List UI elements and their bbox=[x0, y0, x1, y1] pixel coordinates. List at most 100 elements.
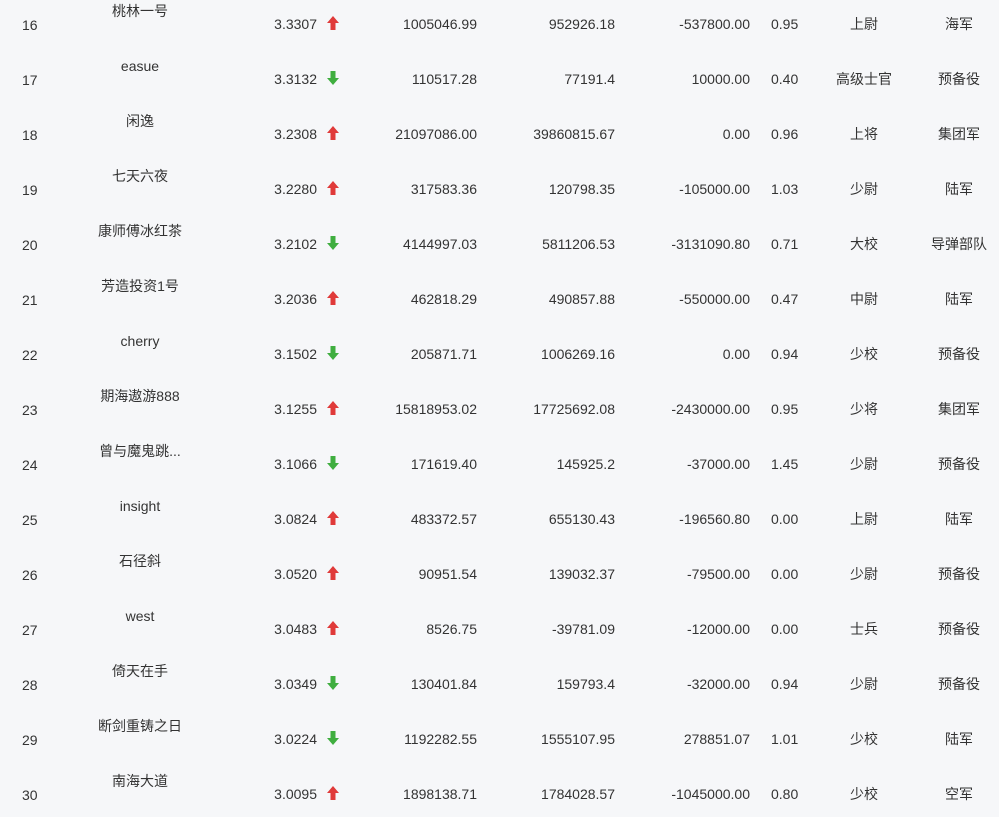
branch-cell: 陆军 bbox=[945, 181, 973, 197]
value-cell: -550000.00 bbox=[679, 291, 750, 307]
account-name-link[interactable]: insight bbox=[60, 498, 220, 514]
net-value-cell: 3.2308 bbox=[274, 126, 317, 142]
ratio-cell: 1.45 bbox=[771, 456, 799, 472]
value-cell: 1898138.71 bbox=[403, 786, 477, 802]
ratio-cell: 0.00 bbox=[771, 511, 799, 527]
branch-cell: 预备役 bbox=[938, 346, 980, 362]
value-cell: 952926.18 bbox=[548, 16, 615, 32]
net-value-cell: 3.0349 bbox=[274, 676, 317, 692]
ranking-table: 16 桃林一号 3.3307 1005046.99 952926.18 -537… bbox=[0, 0, 999, 817]
table-row: 24 曾与魔鬼跳... 3.1066 171619.40 145925.2 -3… bbox=[0, 440, 999, 495]
account-name-link[interactable]: 曾与魔鬼跳... bbox=[60, 443, 220, 459]
rank-title-cell: 上尉 bbox=[850, 16, 878, 32]
net-value-cell: 3.1066 bbox=[274, 456, 317, 472]
rank-cell: 17 bbox=[22, 72, 38, 88]
ratio-cell: 0.71 bbox=[771, 236, 799, 252]
rank-title-cell: 少校 bbox=[850, 731, 878, 747]
net-value-cell: 3.0824 bbox=[274, 511, 317, 527]
table-row: 22 cherry 3.1502 205871.71 1006269.16 0.… bbox=[0, 330, 999, 385]
value-cell: 10000.00 bbox=[691, 71, 750, 87]
branch-cell: 陆军 bbox=[945, 291, 973, 307]
value-cell: 171619.40 bbox=[410, 456, 477, 472]
rank-title-cell: 中尉 bbox=[850, 291, 878, 307]
account-name-link[interactable]: 断剑重铸之日 bbox=[60, 718, 220, 734]
net-value-cell: 3.0483 bbox=[274, 621, 317, 637]
account-name-link[interactable]: 期海遨游888 bbox=[60, 388, 220, 404]
account-name-link[interactable]: 七天六夜 bbox=[60, 168, 220, 184]
branch-cell: 陆军 bbox=[945, 731, 973, 747]
trend-down-icon bbox=[327, 346, 339, 360]
value-cell: 39860815.67 bbox=[533, 126, 615, 142]
value-cell: 483372.57 bbox=[410, 511, 477, 527]
account-name-link[interactable]: 芳造投资1号 bbox=[60, 278, 220, 294]
net-value-cell: 3.3307 bbox=[274, 16, 317, 32]
value-cell: 490857.88 bbox=[548, 291, 615, 307]
account-name-link[interactable]: easue bbox=[60, 58, 220, 74]
table-row: 30 南海大道 3.0095 1898138.71 1784028.57 -10… bbox=[0, 770, 999, 817]
value-cell: -79500.00 bbox=[686, 566, 750, 582]
branch-cell: 预备役 bbox=[938, 456, 980, 472]
ratio-cell: 0.95 bbox=[771, 401, 799, 417]
value-cell: -537800.00 bbox=[679, 16, 750, 32]
rank-title-cell: 上将 bbox=[850, 126, 878, 142]
rank-title-cell: 士兵 bbox=[850, 621, 878, 637]
value-cell: 90951.54 bbox=[418, 566, 477, 582]
value-cell: 17725692.08 bbox=[533, 401, 615, 417]
rank-title-cell: 上尉 bbox=[850, 511, 878, 527]
trend-down-icon bbox=[327, 236, 339, 250]
value-cell: 130401.84 bbox=[410, 676, 477, 692]
rank-cell: 22 bbox=[22, 347, 38, 363]
rank-title-cell: 少校 bbox=[850, 346, 878, 362]
net-value-cell: 3.1255 bbox=[274, 401, 317, 417]
ratio-cell: 0.80 bbox=[771, 786, 799, 802]
rank-cell: 28 bbox=[22, 677, 38, 693]
account-name-link[interactable]: west bbox=[60, 608, 220, 624]
value-cell: 0.00 bbox=[722, 126, 750, 142]
rank-cell: 29 bbox=[22, 732, 38, 748]
account-name-link[interactable]: 闲逸 bbox=[60, 113, 220, 129]
table-row: 23 期海遨游888 3.1255 15818953.02 17725692.0… bbox=[0, 385, 999, 440]
table-row: 25 insight 3.0824 483372.57 655130.43 -1… bbox=[0, 495, 999, 550]
account-name-link[interactable]: 石径斜 bbox=[60, 553, 220, 569]
value-cell: -1045000.00 bbox=[671, 786, 750, 802]
rank-cell: 19 bbox=[22, 182, 38, 198]
branch-cell: 预备役 bbox=[938, 621, 980, 637]
net-value-cell: 3.0224 bbox=[274, 731, 317, 747]
trend-up-icon bbox=[327, 566, 339, 580]
account-name-link[interactable]: cherry bbox=[60, 333, 220, 349]
value-cell: 462818.29 bbox=[410, 291, 477, 307]
trend-up-icon bbox=[327, 621, 339, 635]
value-cell: 0.00 bbox=[722, 346, 750, 362]
branch-cell: 空军 bbox=[945, 786, 973, 802]
value-cell: 205871.71 bbox=[410, 346, 477, 362]
ratio-cell: 0.94 bbox=[771, 676, 799, 692]
account-name-link[interactable]: 倚天在手 bbox=[60, 663, 220, 679]
rank-cell: 24 bbox=[22, 457, 38, 473]
account-name-link[interactable]: 桃林一号 bbox=[60, 3, 220, 19]
rank-title-cell: 少校 bbox=[850, 786, 878, 802]
trend-up-icon bbox=[327, 786, 339, 800]
account-name-link[interactable]: 康师傅冰红茶 bbox=[60, 223, 220, 239]
value-cell: 21097086.00 bbox=[395, 126, 477, 142]
table-row: 28 倚天在手 3.0349 130401.84 159793.4 -32000… bbox=[0, 660, 999, 715]
table-row: 26 石径斜 3.0520 90951.54 139032.37 -79500.… bbox=[0, 550, 999, 605]
branch-cell: 预备役 bbox=[938, 71, 980, 87]
trend-up-icon bbox=[327, 16, 339, 30]
ratio-cell: 0.00 bbox=[771, 621, 799, 637]
rank-title-cell: 少尉 bbox=[850, 676, 878, 692]
value-cell: 655130.43 bbox=[548, 511, 615, 527]
trend-up-icon bbox=[327, 511, 339, 525]
ratio-cell: 1.01 bbox=[771, 731, 799, 747]
net-value-cell: 3.2280 bbox=[274, 181, 317, 197]
value-cell: 110517.28 bbox=[411, 71, 477, 87]
rank-title-cell: 大校 bbox=[850, 236, 878, 252]
net-value-cell: 3.2102 bbox=[274, 236, 317, 252]
value-cell: 8526.75 bbox=[426, 621, 477, 637]
value-cell: -32000.00 bbox=[686, 676, 750, 692]
ratio-cell: 0.94 bbox=[771, 346, 799, 362]
branch-cell: 集团军 bbox=[938, 401, 980, 417]
trend-down-icon bbox=[327, 71, 339, 85]
account-name-link[interactable]: 南海大道 bbox=[60, 773, 220, 789]
trend-up-icon bbox=[327, 401, 339, 415]
value-cell: 317583.36 bbox=[410, 181, 477, 197]
